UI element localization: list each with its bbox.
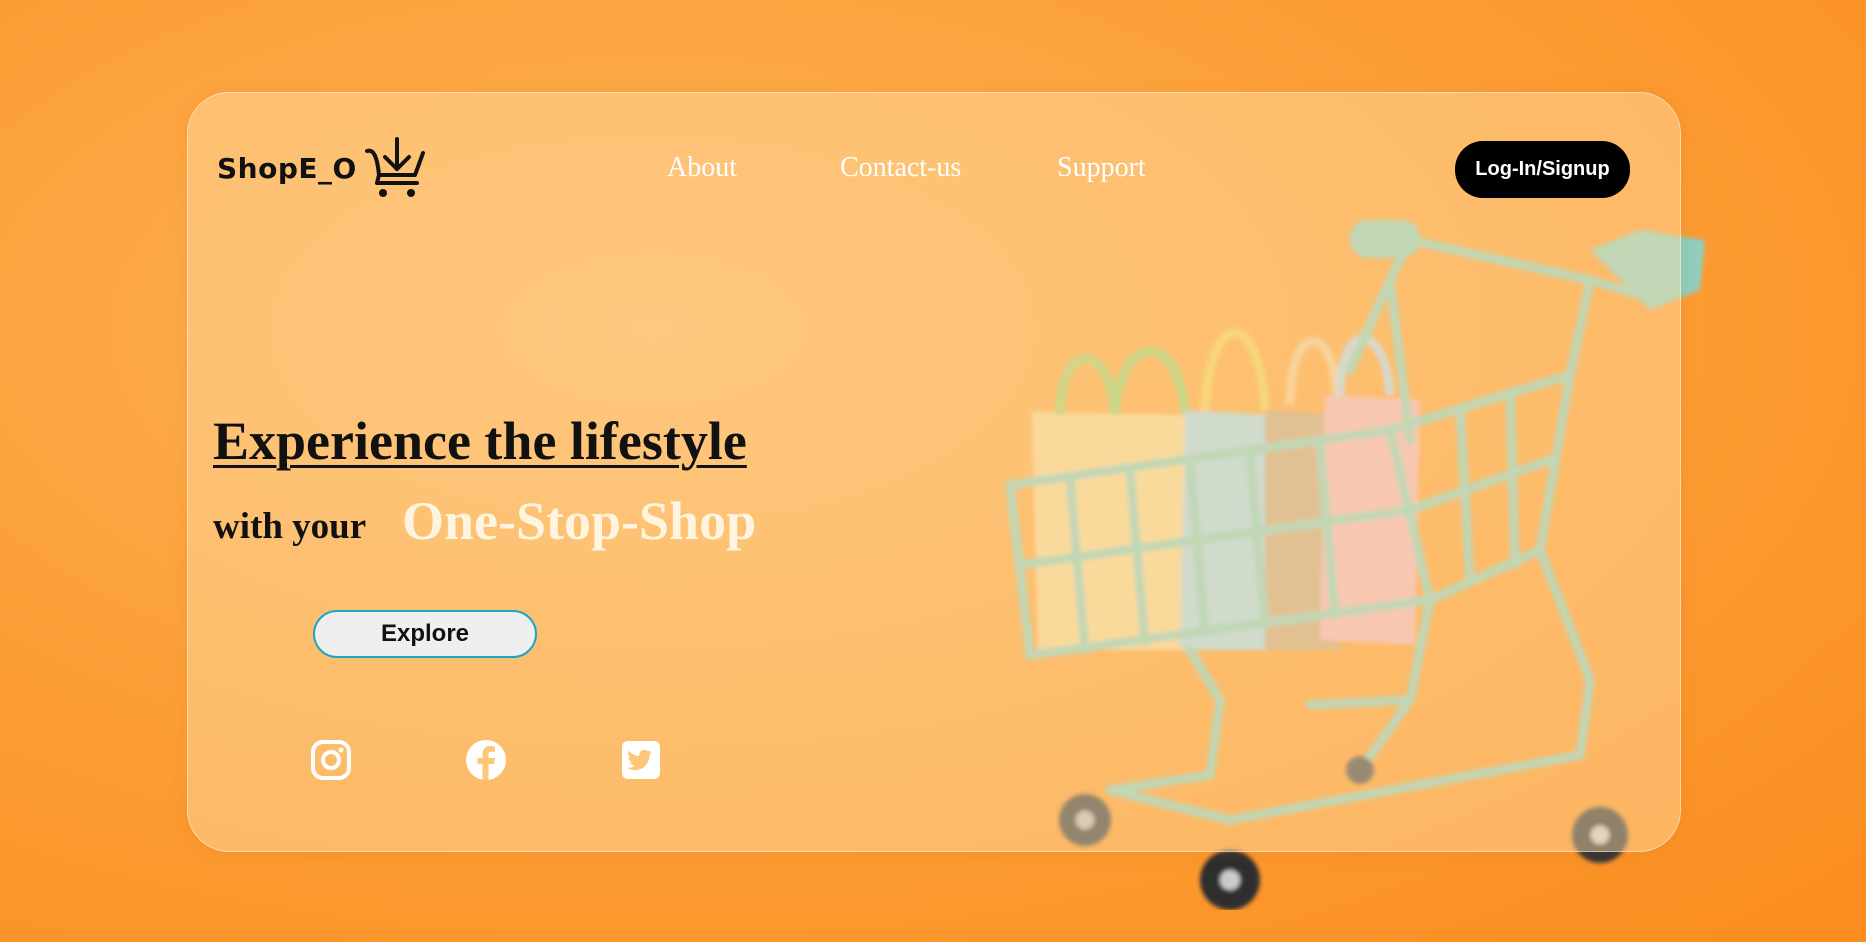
explore-button[interactable]: Explore	[313, 610, 537, 658]
nav-link-about[interactable]: About	[667, 152, 737, 184]
hero-subline-highlight: One-Stop-Shop	[402, 491, 757, 551]
brand-name: ShopE_O	[217, 151, 357, 185]
nav-link-contact-us[interactable]: Contact-us	[840, 152, 961, 184]
hero-headline: Experience the lifestyle	[213, 411, 747, 471]
facebook-icon[interactable]	[465, 739, 507, 781]
instagram-icon[interactable]	[310, 739, 352, 781]
login-signup-button[interactable]: Log-In/Signup	[1455, 141, 1630, 198]
download-cart-icon	[364, 137, 425, 197]
nav-link-support[interactable]: Support	[1057, 152, 1146, 184]
twitter-icon[interactable]	[620, 739, 662, 781]
hero-card	[187, 92, 1681, 852]
brand-logo[interactable]: ShopE_O	[217, 135, 427, 201]
hero-subline-prefix: with your	[213, 506, 367, 547]
